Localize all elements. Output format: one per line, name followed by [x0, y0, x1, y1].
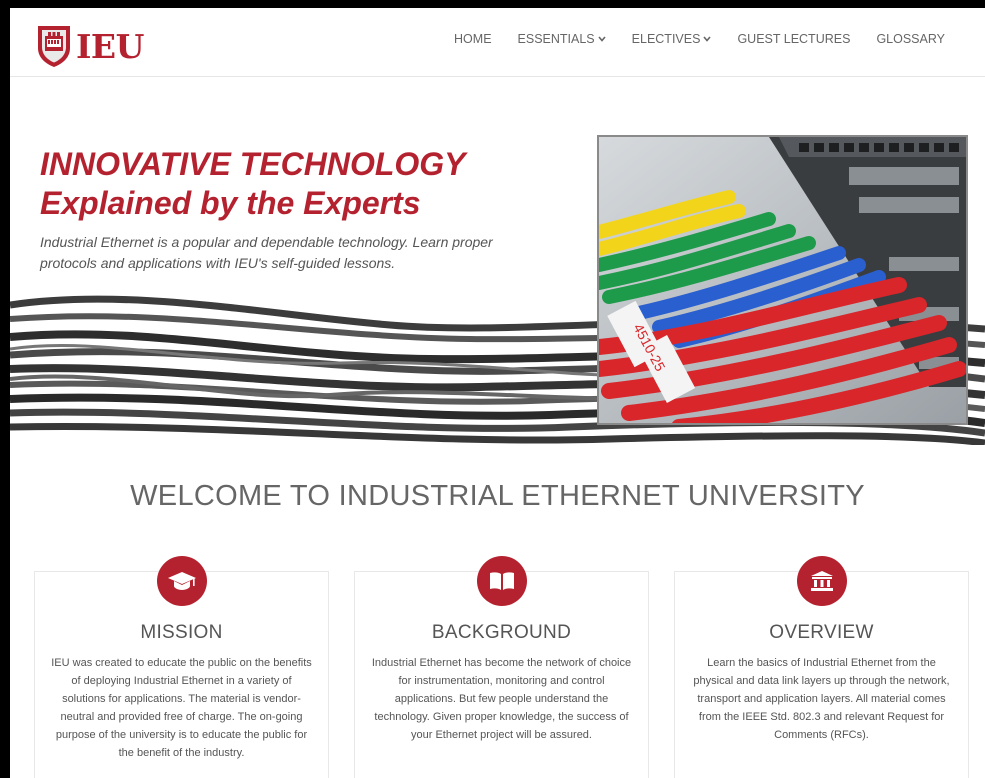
nav-glossary[interactable]: GLOSSARY: [876, 32, 945, 46]
nav-guest-lectures-label: GUEST LECTURES: [737, 32, 851, 46]
chevron-down-icon: [598, 34, 606, 44]
mission-text: IEU was created to educate the public on…: [51, 657, 312, 759]
graduation-cap-icon: [156, 556, 207, 606]
book-icon: [476, 556, 527, 606]
overview-title: OVERVIEW: [769, 622, 874, 643]
mission-title: MISSION: [140, 622, 223, 643]
nav-essentials[interactable]: ESSENTIALS: [518, 32, 606, 46]
hero-subtitle: Industrial Ethernet is a popular and dep…: [40, 234, 493, 271]
nav-guest-lectures[interactable]: GUEST LECTURES: [737, 32, 850, 46]
overview-card: OVERVIEW Learn the basics of Industrial …: [674, 556, 969, 778]
hero-banner: INNOVATIVE TECHNOLOGY Explained by the E…: [10, 77, 985, 445]
overview-text: Learn the basics of Industrial Ethernet …: [693, 657, 950, 741]
institution-icon: [796, 556, 847, 606]
nav-glossary-label: GLOSSARY: [876, 32, 945, 46]
logo-text: IEU: [76, 26, 144, 66]
hero-title-line2: Explained by the Experts: [40, 185, 421, 221]
background-title: BACKGROUND: [431, 622, 572, 643]
background-card: BACKGROUND Industrial Ethernet has becom…: [354, 556, 649, 778]
hero-title: INNOVATIVE TECHNOLOGY Explained by the E…: [40, 145, 466, 223]
logo[interactable]: IEU: [36, 22, 144, 70]
chevron-down-icon: [703, 34, 712, 44]
mission-card: MISSION IEU was created to educate the p…: [34, 556, 329, 778]
page: IEU HOME ESSENTIALS ELECTIVES GUEST LECT…: [10, 8, 985, 778]
nav-electives[interactable]: ELECTIVES: [632, 32, 712, 46]
ethernet-cables-photo: 4510-25: [597, 135, 968, 425]
site-header: IEU HOME ESSENTIALS ELECTIVES GUEST LECT…: [10, 8, 985, 77]
nav-essentials-label: ESSENTIALS: [517, 32, 595, 46]
welcome-title: WELCOME TO INDUSTRIAL ETHERNET UNIVERSIT…: [130, 480, 865, 512]
background-text: Industrial Ethernet has become the netwo…: [371, 657, 632, 741]
main-nav: HOME ESSENTIALS ELECTIVES GUEST LECTURES…: [428, 32, 945, 46]
nav-home-label: HOME: [454, 32, 492, 46]
nav-home[interactable]: HOME: [454, 32, 492, 46]
nav-electives-label: ELECTIVES: [631, 32, 701, 46]
shield-ethernet-icon: [36, 24, 72, 68]
hero-title-line1: INNOVATIVE TECHNOLOGY: [40, 146, 466, 182]
